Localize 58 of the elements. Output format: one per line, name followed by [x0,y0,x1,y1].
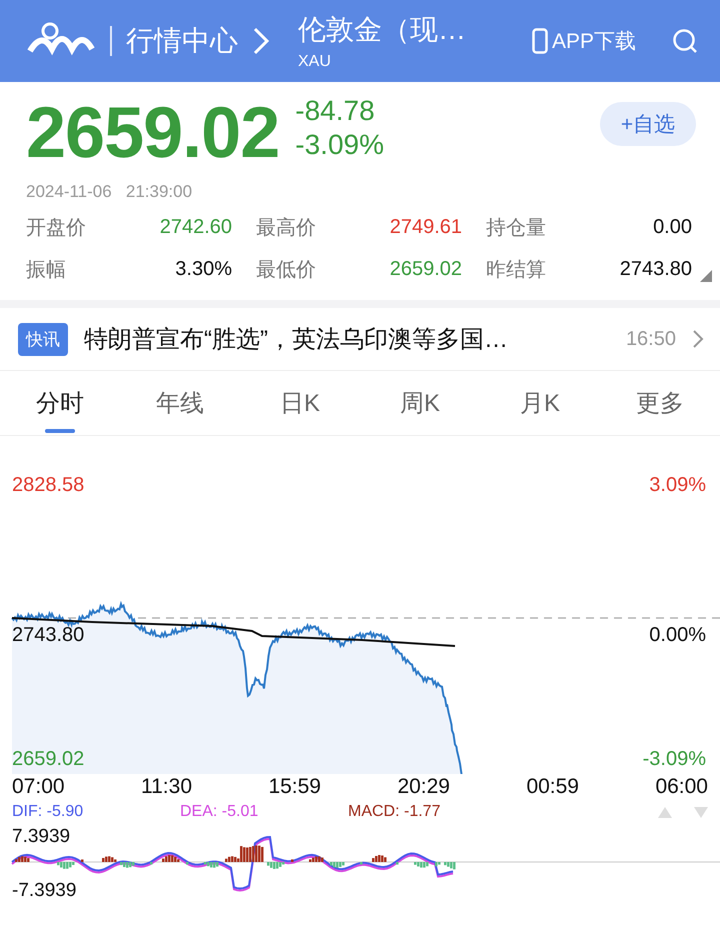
time-label: 00:59 [526,775,579,799]
news-headline[interactable]: 特朗普宣布“胜选”，英法乌印澳等多国… [84,323,610,355]
timestamp: 2024-11-06 21:39:00 [25,181,194,203]
section-title: 行情中心 [126,24,238,58]
axis-label: -3.09% [642,748,706,771]
search-icon[interactable] [672,28,698,54]
chart-tab[interactable]: 月K [480,371,600,435]
chart-tab[interactable]: 周K [360,371,480,435]
expand-corner-icon[interactable] [700,270,712,282]
histogram-bar [150,862,152,865]
stat-value: 0.00 [653,216,692,238]
current-price: 2659.02 [26,92,280,174]
chart-tab[interactable]: 日K [240,371,360,435]
stat-label: 最低价 [256,258,316,282]
stat-value: 3.30% [175,258,232,280]
stat-label: 持仓量 [486,216,546,240]
news-time: 16:50 [626,328,676,350]
stat-label: 开盘价 [26,216,86,240]
time-label: 07:00 [12,775,65,799]
price-change: -84.78 [295,94,376,128]
app-download-link[interactable]: APP下载 [532,27,636,55]
chart-tab[interactable]: 更多 [600,371,720,435]
stat-value: 2749.61 [390,216,462,238]
phone-icon [532,28,548,54]
histogram-bar [81,859,84,862]
macd-label: MACD: -1.77 [348,803,442,821]
axis-label: 0.00% [649,624,706,647]
stat-label: 昨结算 [486,258,546,282]
stat-label: 振幅 [26,258,66,282]
histogram-bar [396,862,398,865]
histogram-bar [291,859,294,862]
time-label: 20:29 [397,775,450,799]
stat-value: 2742.60 [160,216,232,238]
add-watchlist-button[interactable]: +自选 [600,102,696,146]
page-title: 伦敦金（现… [298,13,467,47]
axis-label: -7.3939 [12,880,76,902]
time-label: 15:59 [268,775,321,799]
stat-value: 2743.80 [620,258,692,280]
percent-change: -3.09% [295,128,385,162]
axis-label: 2659.02 [12,748,84,771]
time-label: 11:30 [141,775,192,799]
axis-label: 7.3939 [12,826,70,848]
stat-value: 2659.02 [390,258,462,280]
chevron-right-icon[interactable] [692,329,704,349]
axis-label: 2828.58 [12,474,84,497]
dea-label: DEA: -5.01 [180,803,260,821]
symbol-label: XAU [298,53,332,71]
chevron-right-icon [252,26,270,56]
axis-label: 3.09% [649,474,706,497]
histogram-bar [186,862,188,865]
news-tag: 快讯 [18,322,68,356]
chart-tab[interactable]: 年线 [120,371,240,435]
histogram-bar [360,862,362,865]
stat-label: 最高价 [256,216,316,240]
time-label: 06:00 [655,775,708,799]
dif-label: DIF: -5.90 [12,803,84,821]
axis-label: 2743.80 [12,624,84,647]
chart-tab[interactable]: 分时 [0,371,120,435]
